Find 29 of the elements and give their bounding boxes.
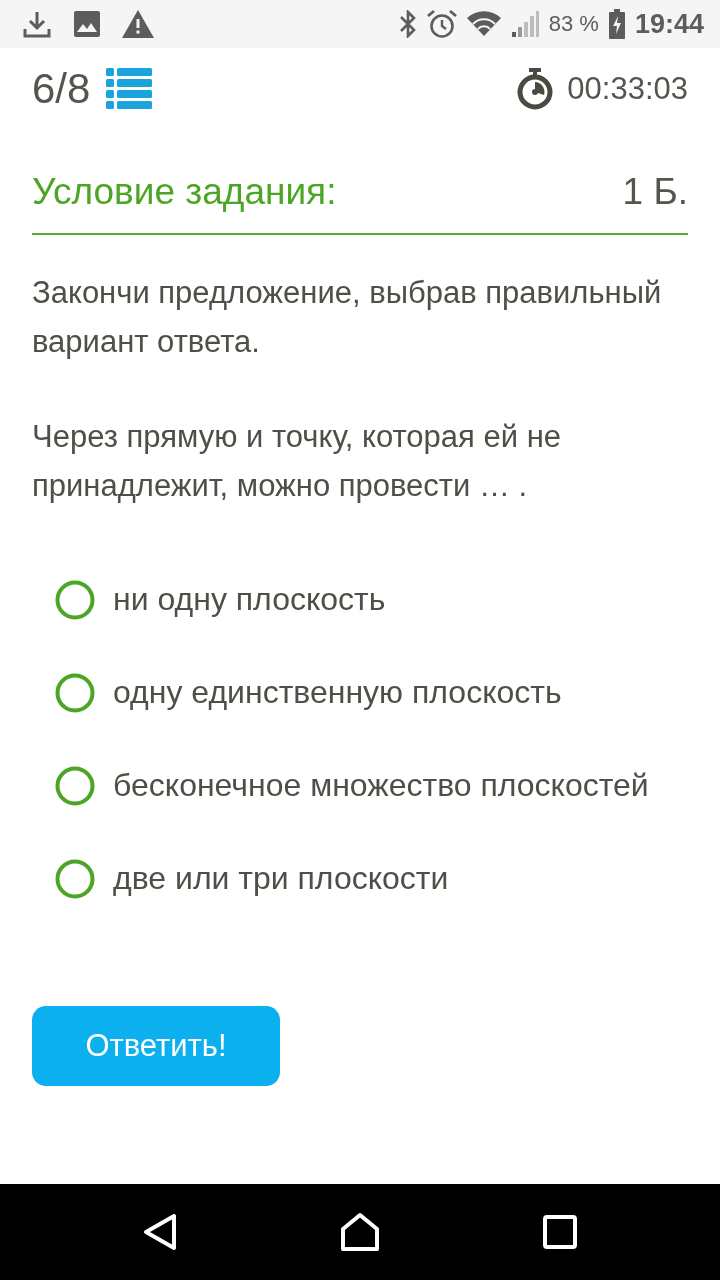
signal-icon [510,10,539,38]
answer-option[interactable]: одну единственную плоскость [113,674,562,711]
bluetooth-icon [398,10,417,38]
answer-option[interactable]: две или три плоскости [113,860,449,897]
battery-percentage: 83 % [548,11,599,37]
clock-time: 19:44 [634,8,704,40]
alarm-icon [426,9,457,39]
recents-icon[interactable] [543,1215,577,1249]
radio-button[interactable] [55,672,95,713]
task-heading: Условие задания: [32,170,337,214]
answer-option[interactable]: ни одну плоскость [113,581,386,618]
warning-icon [122,10,154,38]
radio-button[interactable] [55,858,95,899]
list-icon[interactable] [106,68,153,110]
question-counter: 6/8 [32,68,91,110]
back-icon[interactable] [143,1213,177,1251]
question-text: Через прямую и точку, которая ей не принадлежит, можно провести … . [32,418,562,505]
download-icon [22,9,52,39]
image-icon [74,11,100,37]
wifi-icon [466,10,501,38]
radio-button[interactable] [55,579,95,620]
answer-option[interactable]: бесконечное множество плоскостей [113,767,649,804]
radio-button[interactable] [55,765,95,806]
timer-text: 00:33:03 [567,71,688,107]
battery-charging-icon [608,9,625,39]
home-icon[interactable] [340,1212,380,1252]
question-text: Закончи предложение, выбрав правильный вариант ответа. [32,274,663,361]
stopwatch-icon [517,68,554,110]
points-label: 1 Б. [622,170,688,214]
